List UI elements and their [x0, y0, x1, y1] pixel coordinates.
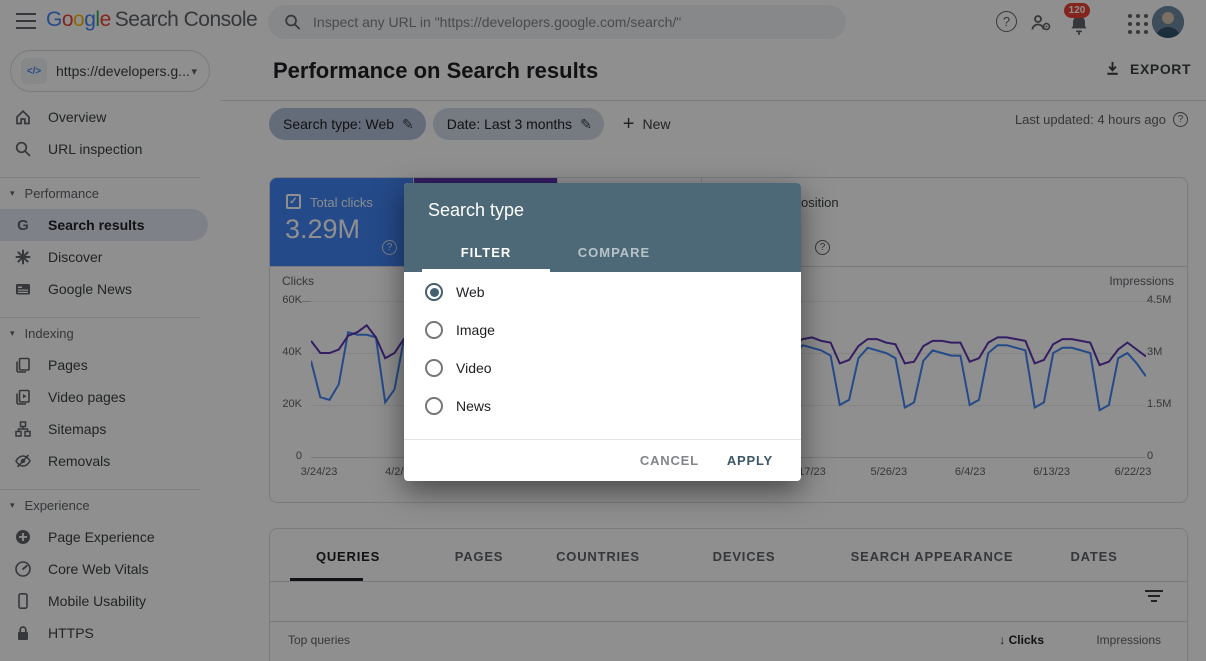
- dialog-body: Web Image Video News: [404, 272, 801, 425]
- option-news[interactable]: News: [404, 387, 801, 425]
- radio-unselected-icon[interactable]: [425, 359, 443, 377]
- dialog-header: Search type FILTER COMPARE: [404, 183, 801, 272]
- option-image[interactable]: Image: [404, 311, 801, 349]
- tab-filter[interactable]: FILTER: [422, 236, 550, 272]
- dialog-title: Search type: [428, 200, 524, 221]
- option-label: Web: [456, 284, 485, 300]
- search-type-dialog: Search type FILTER COMPARE Web Image Vid…: [404, 183, 801, 481]
- radio-dot: [430, 288, 439, 297]
- apply-button[interactable]: APPLY: [727, 453, 773, 468]
- radio-unselected-icon[interactable]: [425, 397, 443, 415]
- radio-selected-icon[interactable]: [425, 283, 443, 301]
- search-console-app: GoogleSearch Console ? 120: [0, 0, 1206, 661]
- option-label: Image: [456, 322, 495, 338]
- dialog-tabs: FILTER COMPARE: [422, 236, 678, 272]
- option-label: News: [456, 398, 491, 414]
- radio-unselected-icon[interactable]: [425, 321, 443, 339]
- tab-compare[interactable]: COMPARE: [550, 236, 678, 272]
- cancel-button[interactable]: CANCEL: [640, 453, 699, 468]
- option-label: Video: [456, 360, 492, 376]
- dialog-footer: CANCEL APPLY: [404, 439, 801, 481]
- option-video[interactable]: Video: [404, 349, 801, 387]
- option-web[interactable]: Web: [404, 273, 801, 311]
